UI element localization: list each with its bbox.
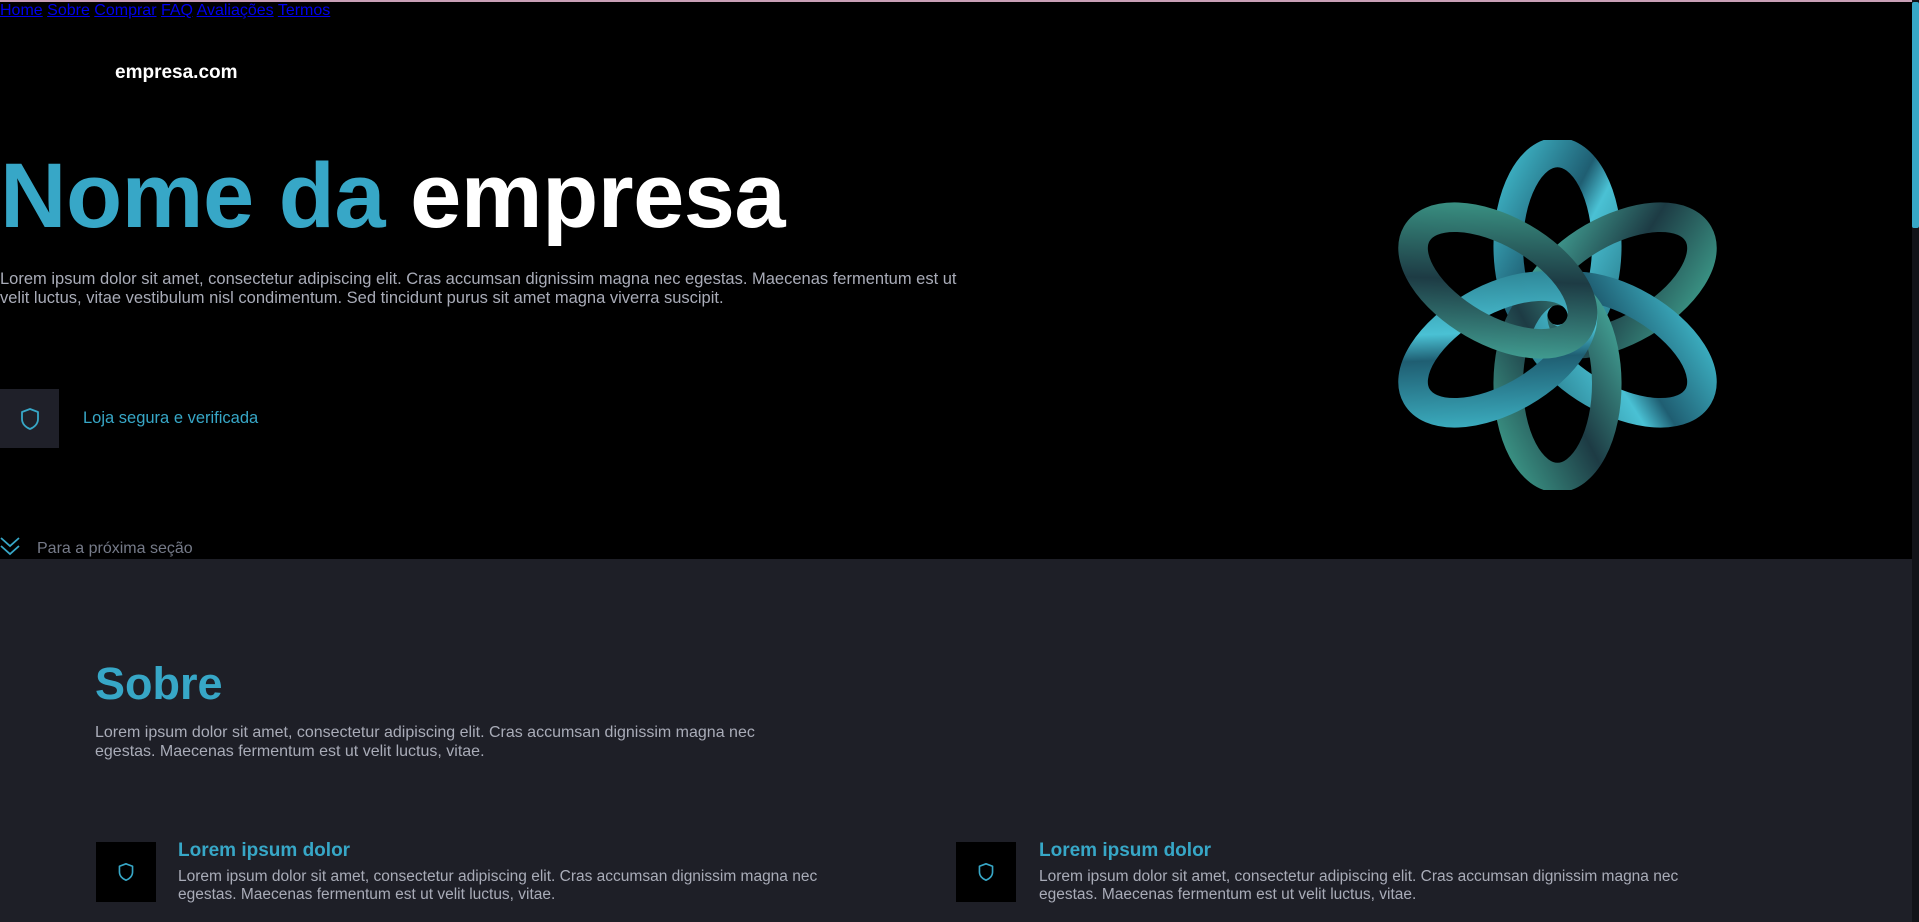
card-2-title: Lorem ipsum dolor <box>1039 840 1212 861</box>
card-1-text: Lorem ipsum dolor sit amet, consectetur … <box>178 868 818 903</box>
nav-item-comprar[interactable]: Comprar <box>94 2 156 19</box>
company-logo-knot <box>1398 140 1717 490</box>
page-scrollbar-thumb[interactable] <box>1912 2 1919 228</box>
nav-item-faq[interactable]: FAQ <box>161 2 193 19</box>
shield-icon <box>978 862 994 881</box>
nav-item-home[interactable]: Home <box>0 2 43 19</box>
card-1-icon-box <box>96 842 156 902</box>
about-title: Sobre <box>95 658 223 709</box>
hero-title-accent: Nome da <box>0 145 386 247</box>
double-chevron-down-icon <box>0 537 20 556</box>
secure-label: Loja segura e verificada <box>83 409 259 427</box>
secure-badge-box <box>0 389 59 448</box>
main-nav: Home Sobre Comprar FAQ Avaliações Termos <box>0 2 1912 20</box>
nav-item-avaliacoes[interactable]: Avaliações <box>197 2 274 19</box>
nav-item-termos[interactable]: Termos <box>278 2 330 19</box>
shield-icon <box>20 407 39 430</box>
card-1-title: Lorem ipsum dolor <box>178 840 351 861</box>
site-brand[interactable]: empresa.com <box>115 62 238 84</box>
about-description: Lorem ipsum dolor sit amet, consectetur … <box>95 724 755 760</box>
shield-icon <box>118 862 134 881</box>
next-section-label[interactable]: Para a próxima seção <box>37 540 193 558</box>
hero-title: Nome da empresa <box>0 141 786 251</box>
hero-title-main: empresa <box>410 145 786 247</box>
card-2-icon-box <box>956 842 1016 902</box>
card-2-text: Lorem ipsum dolor sit amet, consectetur … <box>1039 868 1679 903</box>
hero-description: Lorem ipsum dolor sit amet, consectetur … <box>0 270 957 307</box>
nav-item-sobre[interactable]: Sobre <box>47 2 90 19</box>
hero-section: empresa.com Home Sobre Comprar FAQ Avali… <box>0 2 1912 559</box>
